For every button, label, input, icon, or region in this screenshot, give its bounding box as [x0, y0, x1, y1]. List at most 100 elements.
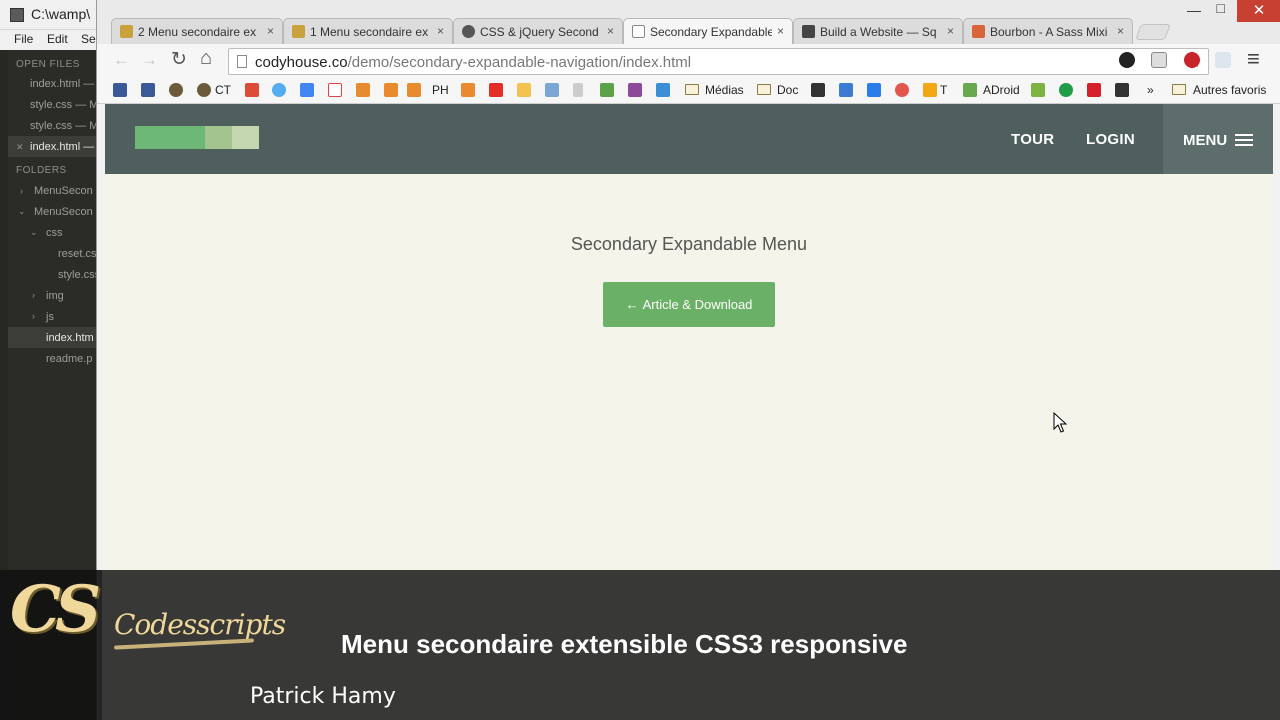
- nav-login-link[interactable]: LOGIN: [1086, 131, 1135, 148]
- bookmark-ph[interactable]: PH: [432, 83, 449, 97]
- bookmark-icon[interactable]: [384, 83, 398, 97]
- extension-icon[interactable]: [1119, 52, 1135, 68]
- url-text[interactable]: codyhouse.co/demo/secondary-expandable-n…: [255, 54, 691, 71]
- browser-tab-active[interactable]: Secondary Expandable ×: [623, 18, 793, 45]
- chrome-menu-icon[interactable]: ≡: [1247, 46, 1260, 72]
- bookmark-icon[interactable]: [517, 83, 531, 97]
- browser-tab[interactable]: 1 Menu secondaire ex ×: [283, 18, 453, 44]
- tab-favicon-icon: [972, 25, 985, 38]
- folder-item[interactable]: MenuSecon: [34, 185, 93, 197]
- twitter-bookmark-icon[interactable]: [272, 83, 286, 97]
- editor-menu-edit[interactable]: Edit: [47, 32, 68, 46]
- tab-close-icon[interactable]: ×: [607, 24, 614, 38]
- site-logo[interactable]: [135, 126, 259, 149]
- bookmark-icon[interactable]: [923, 83, 937, 97]
- address-bar[interactable]: codyhouse.co/demo/secondary-expandable-n…: [228, 48, 1209, 75]
- bookmark-folder-doc[interactable]: Doc: [777, 83, 798, 97]
- file-item-index[interactable]: index.htm: [46, 332, 94, 344]
- browser-tab[interactable]: 2 Menu secondaire ex ×: [111, 18, 283, 44]
- tab-close-icon[interactable]: ×: [267, 24, 274, 38]
- bookmark-t[interactable]: T: [940, 83, 947, 97]
- bookmark-folder-other[interactable]: Autres favoris: [1193, 83, 1266, 97]
- bookmark-icon[interactable]: [600, 83, 614, 97]
- folder-caret-icon[interactable]: ›: [32, 290, 35, 300]
- google-bookmark-icon[interactable]: [300, 83, 314, 97]
- bookmark-icon[interactable]: [628, 83, 642, 97]
- bookmark-icon[interactable]: [839, 83, 853, 97]
- close-file-icon[interactable]: ✕: [16, 142, 24, 153]
- bookmark-icon[interactable]: [461, 83, 475, 97]
- editor-menu-file[interactable]: File: [14, 32, 33, 46]
- bookmark-icon[interactable]: [197, 83, 211, 97]
- tab-close-icon[interactable]: ×: [947, 24, 954, 38]
- extension-badge-icon[interactable]: [1184, 52, 1200, 68]
- bookmark-icon[interactable]: [895, 83, 909, 97]
- bookmark-ct[interactable]: CT: [215, 83, 231, 97]
- folder-item[interactable]: MenuSecon: [34, 206, 93, 218]
- tab-close-icon[interactable]: ×: [437, 24, 444, 38]
- file-item[interactable]: reset.cs: [58, 248, 97, 260]
- open-file-item[interactable]: style.css — M: [30, 120, 98, 132]
- bookmark-icon[interactable]: [545, 83, 559, 97]
- browser-tab[interactable]: Build a Website — Sq ×: [793, 18, 963, 44]
- extension-icon[interactable]: [1151, 52, 1167, 68]
- google-plus-bookmark-icon[interactable]: [245, 83, 259, 97]
- folder-caret-icon[interactable]: ›: [32, 311, 35, 321]
- reload-button[interactable]: ↻: [171, 48, 187, 71]
- bookmark-icon[interactable]: [656, 83, 670, 97]
- bookmark-icon[interactable]: [1115, 83, 1129, 97]
- bookmark-adroid[interactable]: ADroid: [983, 83, 1020, 97]
- page-title: Secondary Expandable Menu: [570, 234, 808, 254]
- folder-caret-icon[interactable]: ⌄: [18, 206, 26, 217]
- bookmark-icon[interactable]: [1031, 83, 1045, 97]
- folder-icon: [757, 84, 771, 95]
- gmail-bookmark-icon[interactable]: [328, 83, 342, 97]
- nav-tour-link[interactable]: TOUR: [1011, 131, 1054, 148]
- menu-toggle-button[interactable]: MENU: [1163, 104, 1273, 174]
- minimize-button[interactable]: —: [1187, 2, 1201, 18]
- facebook-bookmark-icon[interactable]: [141, 83, 155, 97]
- folder-caret-icon[interactable]: ⌄: [30, 227, 38, 238]
- bookmark-icon[interactable]: [573, 83, 583, 97]
- back-button[interactable]: ←: [113, 50, 130, 70]
- extension-icon[interactable]: [1215, 52, 1231, 68]
- bookmark-icon[interactable]: [356, 83, 370, 97]
- browser-tab[interactable]: Bourbon - A Sass Mixi ×: [963, 18, 1133, 44]
- more-bookmarks-button[interactable]: »: [1147, 83, 1154, 97]
- facebook-bookmark-icon[interactable]: [113, 83, 127, 97]
- bookmark-icon[interactable]: [169, 83, 183, 97]
- adobe-bookmark-icon[interactable]: [1087, 83, 1101, 97]
- article-download-button[interactable]: ← Article & Download: [603, 282, 775, 327]
- sublime-app-icon: [10, 8, 24, 22]
- tab-close-icon[interactable]: ×: [777, 24, 784, 38]
- maximize-button[interactable]: □: [1217, 0, 1225, 16]
- file-item[interactable]: style.css: [58, 269, 100, 281]
- tab-favicon-icon: [462, 25, 475, 38]
- bookmark-icon[interactable]: [407, 83, 421, 97]
- folder-caret-icon[interactable]: ›: [20, 186, 23, 196]
- tab-close-icon[interactable]: ×: [1117, 24, 1124, 38]
- open-file-item[interactable]: index.html —: [30, 78, 94, 90]
- forward-button[interactable]: →: [141, 50, 158, 70]
- open-file-item-active[interactable]: index.html —: [30, 141, 94, 153]
- bookmark-icon[interactable]: [963, 83, 977, 97]
- home-button[interactable]: ⌂: [200, 47, 212, 70]
- video-title: Menu secondaire extensible CSS3 responsi…: [341, 629, 908, 659]
- folder-item-css[interactable]: css: [46, 227, 63, 239]
- bookmark-folder-medias[interactable]: Médias: [705, 83, 744, 97]
- bookmark-icon[interactable]: [1059, 83, 1073, 97]
- folder-item-img[interactable]: img: [46, 290, 64, 302]
- folder-item-js[interactable]: js: [46, 311, 54, 323]
- open-file-item[interactable]: style.css — M: [30, 99, 98, 111]
- youtube-bookmark-icon[interactable]: [489, 83, 503, 97]
- tab-title: Build a Website — Sq: [820, 25, 937, 39]
- bookmark-icon[interactable]: [811, 83, 825, 97]
- dropbox-bookmark-icon[interactable]: [867, 83, 881, 97]
- menu-label: MENU: [1183, 132, 1228, 149]
- browser-tab[interactable]: CSS & jQuery Second ×: [453, 18, 623, 44]
- codesscripts-logo-text: Codesscripts: [114, 608, 286, 641]
- new-tab-button[interactable]: [1135, 24, 1171, 40]
- file-item-readme[interactable]: readme.p: [46, 353, 92, 365]
- page-favicon-icon: [632, 25, 645, 38]
- close-window-button[interactable]: ✕: [1237, 0, 1280, 22]
